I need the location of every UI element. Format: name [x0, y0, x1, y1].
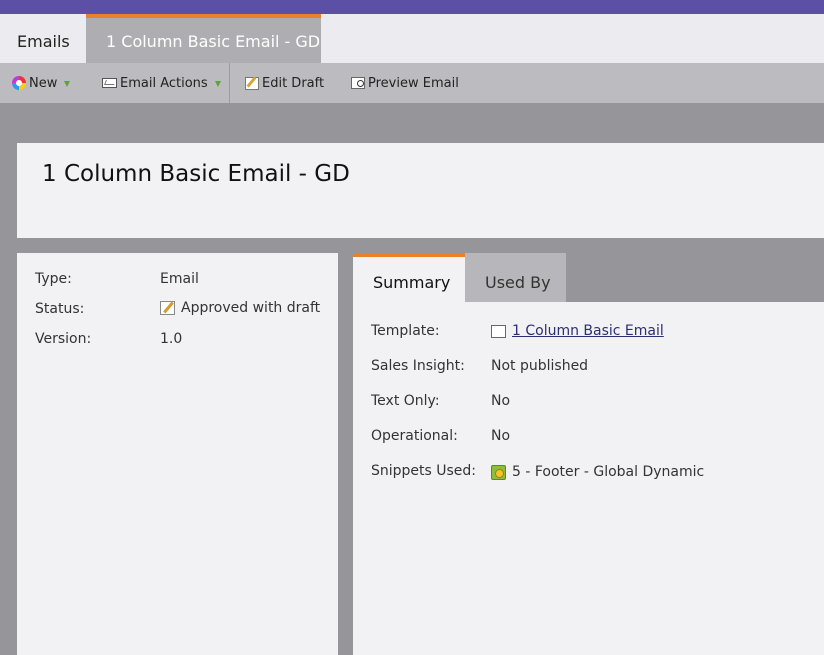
sales-insight-label: Sales Insight:: [371, 358, 465, 374]
tab-emails[interactable]: Emails: [0, 14, 86, 63]
text-only-label: Text Only:: [371, 393, 440, 409]
status-value: Approved with draft: [160, 300, 320, 316]
new-button[interactable]: New: [12, 63, 71, 103]
top-accent-bar: [0, 0, 824, 14]
new-button-label: New: [29, 75, 58, 91]
operational-value: No: [491, 428, 511, 444]
edit-draft-icon: [245, 76, 259, 90]
status-value-text: Approved with draft: [181, 300, 321, 316]
template-icon: [491, 324, 506, 338]
snippets-used-value: 5 - Footer - Global Dynamic: [491, 464, 704, 480]
toolbar: New Email Actions Edit Draft Preview Ema…: [0, 63, 824, 103]
tab-summary[interactable]: Summary: [353, 253, 465, 302]
template-value: 1 Column Basic Email: [491, 323, 664, 339]
snippets-used-label: Snippets Used:: [371, 463, 477, 479]
chevron-down-icon: [214, 80, 221, 87]
preview-email-button[interactable]: Preview Email: [351, 63, 459, 103]
version-label: Version:: [35, 331, 92, 347]
preview-icon: [351, 77, 365, 89]
type-label: Type:: [35, 271, 72, 287]
chevron-down-icon: [64, 80, 71, 87]
email-actions-button[interactable]: Email Actions: [102, 63, 221, 103]
details-panel: Type: Email Status: Approved with draft …: [17, 253, 338, 655]
tab-current-email[interactable]: 1 Column Basic Email - GD: [86, 14, 321, 63]
operational-label: Operational:: [371, 428, 458, 444]
sales-insight-value: Not published: [491, 358, 589, 374]
snippet-name: 5 - Footer - Global Dynamic: [512, 464, 705, 480]
edit-draft-button[interactable]: Edit Draft: [245, 63, 324, 103]
new-icon: [12, 76, 26, 90]
email-actions-label: Email Actions: [120, 75, 208, 91]
text-only-value: No: [491, 393, 511, 409]
snippet-icon: [491, 464, 506, 480]
summary-panel: Summary Used By Template: 1 Column Basic…: [353, 253, 824, 655]
template-label: Template:: [371, 323, 440, 339]
preview-email-label: Preview Email: [368, 75, 459, 91]
draft-icon: [160, 301, 175, 315]
envelope-icon: [102, 78, 117, 88]
title-panel: 1 Column Basic Email - GD: [17, 143, 824, 238]
template-link[interactable]: 1 Column Basic Email: [512, 323, 664, 339]
status-label: Status:: [35, 301, 85, 317]
tab-used-by[interactable]: Used By: [465, 253, 566, 302]
tab-bar: Emails 1 Column Basic Email - GD: [0, 14, 824, 63]
page-title: 1 Column Basic Email - GD: [42, 161, 350, 187]
summary-tabs: Summary Used By: [353, 253, 824, 302]
type-value: Email: [160, 271, 199, 287]
version-value: 1.0: [160, 331, 183, 347]
edit-draft-label: Edit Draft: [262, 75, 325, 91]
toolbar-divider: [229, 63, 230, 103]
